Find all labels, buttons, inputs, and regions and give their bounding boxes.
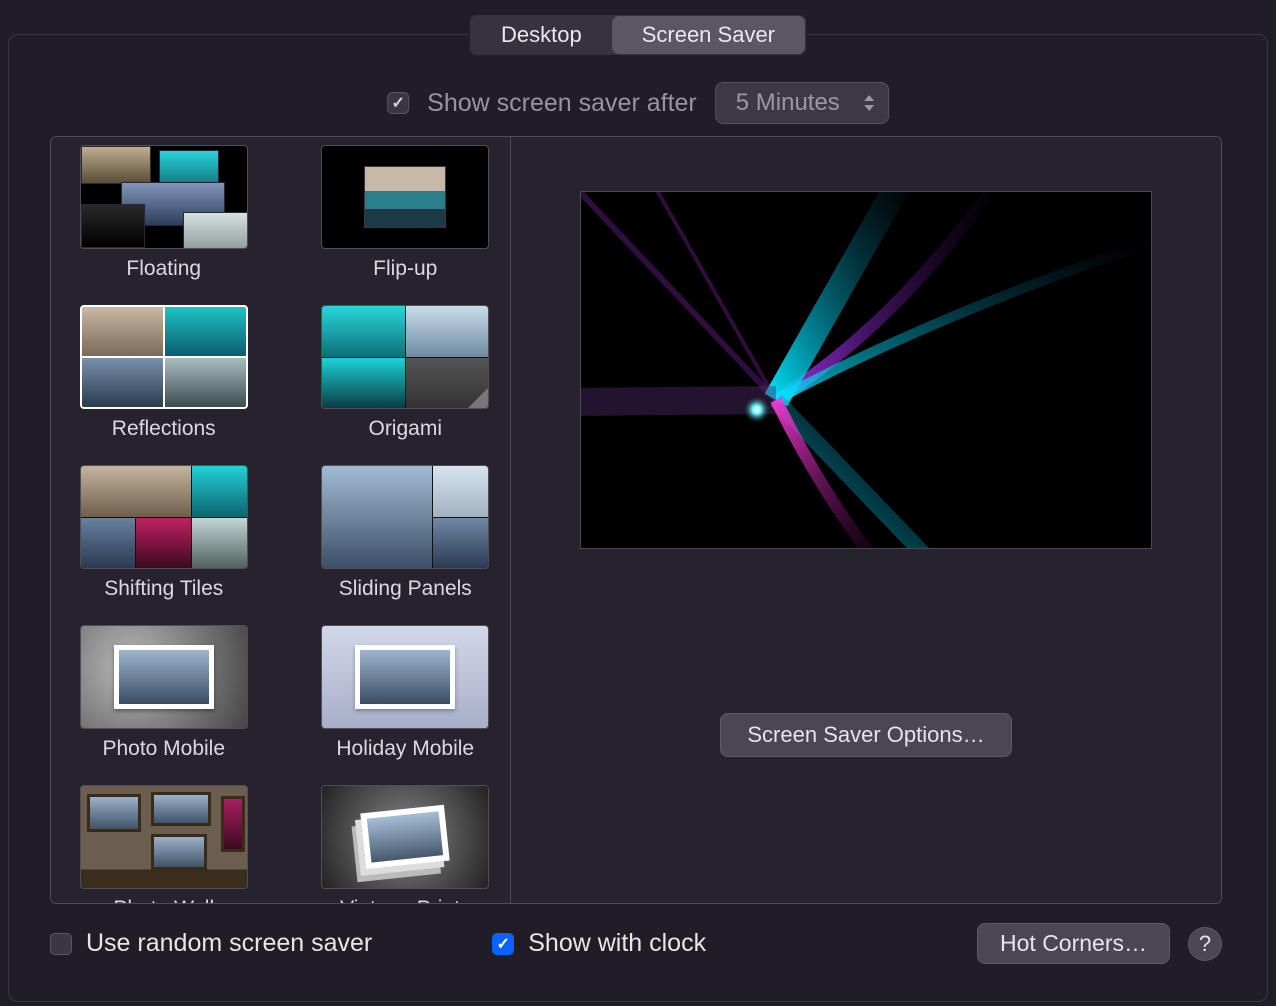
- show-after-value: 5 Minutes: [736, 89, 840, 117]
- random-saver-checkbox[interactable]: [50, 933, 72, 955]
- saver-label: Photo Wall: [113, 897, 214, 903]
- content-split: Floating Flip-up Reflections Origami: [50, 136, 1222, 904]
- show-after-dropdown[interactable]: 5 Minutes: [715, 82, 889, 124]
- saver-reflections[interactable]: Reflections: [73, 305, 255, 441]
- saver-label: Flip-up: [373, 257, 437, 281]
- saver-label: Photo Mobile: [102, 737, 225, 761]
- preview-screen: [580, 191, 1152, 549]
- show-after-label: Show screen saver after: [427, 89, 697, 118]
- hot-corners-button[interactable]: Hot Corners…: [977, 923, 1170, 964]
- random-saver-label: Use random screen saver: [86, 929, 372, 958]
- preview-pane: Screen Saver Options…: [511, 137, 1221, 903]
- saver-thumb-vintage: [321, 785, 489, 889]
- saver-thumb-holiday-mobile: [321, 625, 489, 729]
- screen-saver-options-button[interactable]: Screen Saver Options…: [720, 713, 1011, 757]
- show-with-clock-label: Show with clock: [528, 929, 706, 958]
- saver-thumb-flipup: [321, 145, 489, 249]
- tab-screen-saver[interactable]: Screen Saver: [612, 16, 805, 54]
- saver-thumb-floating: [80, 145, 248, 249]
- tab-group: Desktop Screen Saver: [469, 14, 807, 56]
- tab-desktop[interactable]: Desktop: [471, 16, 612, 54]
- saver-label: Origami: [368, 417, 442, 441]
- saver-label: Holiday Mobile: [336, 737, 474, 761]
- preview-lightbeams-icon: [581, 192, 1152, 549]
- saver-vintage-prints[interactable]: Vintage Prints: [315, 785, 497, 903]
- bottom-row: Use random screen saver Show with clock …: [50, 923, 1222, 964]
- saver-holiday-mobile[interactable]: Holiday Mobile: [315, 625, 497, 761]
- saver-photo-mobile[interactable]: Photo Mobile: [73, 625, 255, 761]
- saver-sliding-panels[interactable]: Sliding Panels: [315, 465, 497, 601]
- saver-thumb-origami: [321, 305, 489, 409]
- saver-thumb-shifting: [80, 465, 248, 569]
- saver-grid[interactable]: Floating Flip-up Reflections Origami: [51, 137, 511, 903]
- saver-label: Vintage Prints: [340, 897, 470, 903]
- saver-label: Shifting Tiles: [104, 577, 223, 601]
- show-after-checkbox[interactable]: [387, 92, 409, 114]
- show-with-clock-checkbox[interactable]: [492, 933, 514, 955]
- saver-shifting-tiles[interactable]: Shifting Tiles: [73, 465, 255, 601]
- saver-flipup[interactable]: Flip-up: [315, 145, 497, 281]
- saver-thumb-photo-mobile: [80, 625, 248, 729]
- saver-label: Reflections: [112, 417, 216, 441]
- help-button[interactable]: ?: [1188, 927, 1222, 961]
- saver-floating[interactable]: Floating: [73, 145, 255, 281]
- saver-thumb-photo-wall: [80, 785, 248, 889]
- saver-label: Floating: [126, 257, 201, 281]
- saver-thumb-reflections: [80, 305, 248, 409]
- saver-label: Sliding Panels: [339, 577, 472, 601]
- chevron-updown-icon: [864, 95, 874, 111]
- saver-thumb-sliding: [321, 465, 489, 569]
- saver-origami[interactable]: Origami: [315, 305, 497, 441]
- show-after-row: Show screen saver after 5 Minutes: [387, 82, 889, 124]
- saver-photo-wall[interactable]: Photo Wall: [73, 785, 255, 903]
